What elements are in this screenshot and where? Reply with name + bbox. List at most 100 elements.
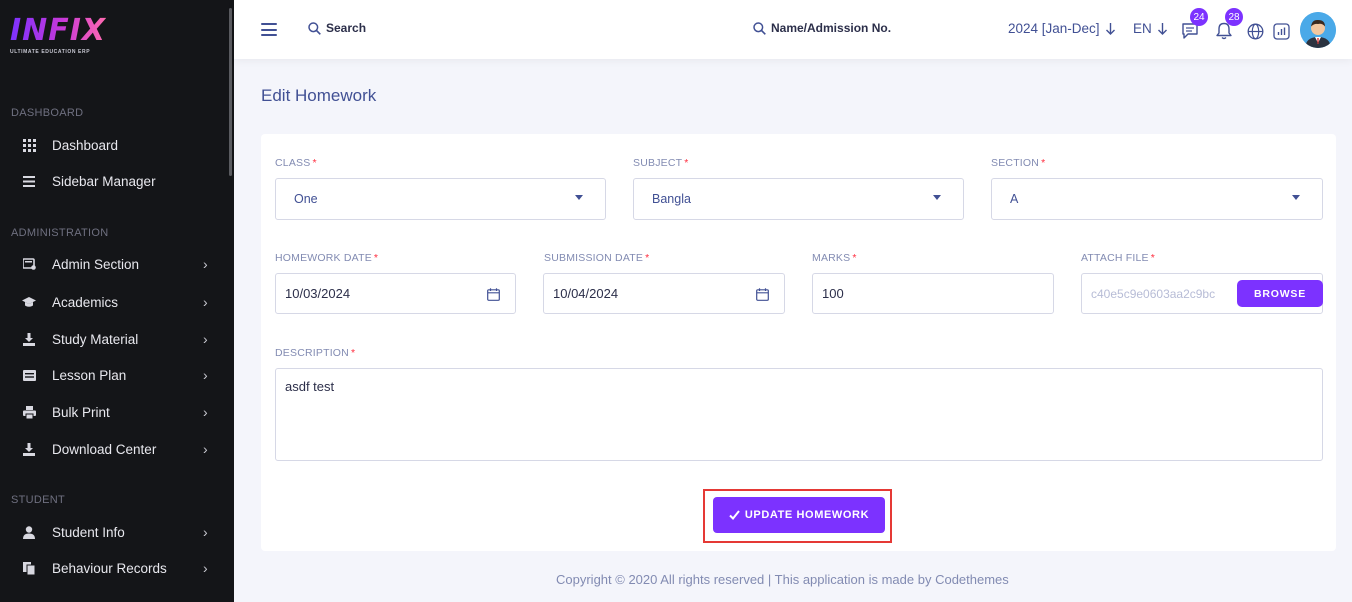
sidebar-item-academics[interactable]: Academics › [0, 288, 229, 316]
submission-date-label: SUBMISSION DATE * [544, 252, 649, 264]
name-admission-search[interactable]: Name/Admission No. [753, 21, 891, 35]
print-icon [22, 405, 36, 419]
attach-file-label-text: ATTACH FILE [1081, 252, 1149, 264]
logo-subtitle: ULTIMATE EDUCATION ERP [10, 49, 91, 55]
messages-count-badge: 24 [1190, 8, 1208, 26]
update-homework-button[interactable]: UPDATE HOMEWORK [713, 497, 885, 533]
submission-date-label-text: SUBMISSION DATE [544, 252, 644, 264]
subject-select[interactable]: Bangla [633, 178, 964, 220]
sidebar-item-download-center[interactable]: Download Center › [0, 435, 229, 463]
reports-button[interactable] [1273, 23, 1290, 45]
homework-date-input[interactable]: 10/03/2024 [275, 273, 516, 314]
browse-button[interactable]: BROWSE [1237, 280, 1323, 307]
section-select[interactable]: A [991, 178, 1323, 220]
sidebar-item-dashboard[interactable]: Dashboard [0, 131, 229, 159]
grid-icon [22, 138, 36, 152]
submission-date-input[interactable]: 10/04/2024 [543, 273, 785, 314]
calendar-icon[interactable] [756, 288, 769, 301]
records-icon [22, 561, 36, 575]
sidebar-item-label: Study Material [52, 331, 139, 347]
caret-down-icon [1292, 195, 1300, 200]
marks-input[interactable]: 100 [812, 273, 1054, 314]
attach-file-value: c40e5c9e0603aa2c9bc [1091, 286, 1216, 301]
download-icon [22, 442, 36, 456]
subject-label: SUBJECT * [633, 157, 689, 169]
search-icon [308, 21, 321, 35]
sidebar-item-label: Sidebar Manager [52, 173, 156, 189]
class-label-text: CLASS [275, 157, 311, 169]
section-label-dashboard: DASHBOARD [11, 107, 84, 119]
notifications-button[interactable]: 28 [1216, 8, 1243, 45]
description-textarea[interactable]: asdf test [275, 368, 1323, 461]
chevron-right-icon: › [203, 524, 208, 540]
class-select-value: One [294, 192, 318, 206]
submission-date-value: 10/04/2024 [553, 286, 619, 301]
required-mark: * [1041, 157, 1046, 169]
sidebar-item-sidebar-manager[interactable]: Sidebar Manager [0, 167, 229, 195]
class-label: CLASS * [275, 157, 317, 169]
chevron-right-icon: › [203, 294, 208, 310]
chevron-right-icon: › [203, 256, 208, 272]
section-label: SECTION * [991, 157, 1045, 169]
check-icon [729, 510, 740, 520]
marks-label-text: MARKS [812, 252, 851, 264]
chevron-right-icon: › [203, 441, 208, 457]
globe-icon [1247, 23, 1264, 40]
caret-down-icon [933, 195, 941, 200]
logo[interactable]: INFIX ULTIMATE EDUCATION ERP [10, 16, 106, 56]
attach-file-label: ATTACH FILE * [1081, 252, 1155, 264]
sidebar-item-label: Dashboard [52, 137, 119, 153]
chevron-right-icon: › [203, 404, 208, 420]
required-mark: * [373, 252, 379, 264]
user-icon [22, 525, 36, 539]
required-mark: * [350, 347, 356, 359]
section-label-text: SECTION [991, 157, 1040, 169]
description-label: DESCRIPTION * [275, 347, 355, 359]
user-avatar-icon [1300, 12, 1336, 48]
required-mark: * [645, 252, 650, 264]
update-homework-label: UPDATE HOMEWORK [744, 509, 870, 521]
language-select[interactable]: EN [1133, 21, 1167, 36]
sidebar-item-student-info[interactable]: Student Info › [0, 518, 229, 546]
required-mark: * [312, 157, 317, 169]
sidebar-item-label: Student Info [52, 524, 125, 540]
sidebar-item-bulk-print[interactable]: Bulk Print › [0, 398, 229, 426]
website-button[interactable] [1247, 23, 1264, 45]
caret-down-icon [575, 195, 583, 200]
sidebar-item-study-material[interactable]: Study Material › [0, 325, 229, 353]
marks-label: MARKS * [812, 252, 857, 264]
search-label: Search [326, 21, 367, 35]
sidebar-item-behaviour-records[interactable]: Behaviour Records › [0, 554, 229, 582]
sidebar-item-label: Download Center [52, 441, 157, 457]
calendar-icon[interactable] [487, 288, 500, 301]
download-icon [22, 332, 36, 346]
top-header: Search Name/Admission No. 2024 [Jan-Dec]… [234, 0, 1352, 59]
sidebar: INFIX ULTIMATE EDUCATION ERP DASHBOARD D… [0, 0, 234, 602]
class-select[interactable]: One [275, 178, 606, 220]
language-value: EN [1133, 21, 1152, 36]
marks-value: 100 [822, 286, 844, 301]
sidebar-item-lesson-plan[interactable]: Lesson Plan › [0, 361, 229, 389]
section-label-student: STUDENT [11, 494, 66, 506]
homework-date-value: 10/03/2024 [285, 286, 351, 301]
sidebar-item-label: Bulk Print [52, 404, 110, 420]
menu-toggle-icon[interactable] [261, 23, 277, 36]
footer-copyright: Copyright © 2020 All rights reserved | T… [556, 572, 1009, 587]
section-select-value: A [1010, 192, 1019, 206]
required-mark: * [684, 157, 689, 169]
description-label-text: DESCRIPTION [275, 347, 349, 359]
chevron-right-icon: › [203, 367, 208, 383]
chevron-right-icon: › [203, 560, 208, 576]
academic-year-select[interactable]: 2024 [Jan-Dec] [1008, 21, 1115, 36]
description-value: asdf test [285, 379, 335, 394]
avatar[interactable] [1300, 12, 1336, 48]
sidebar-item-admin-section[interactable]: Admin Section › [0, 250, 229, 278]
sidebar-scrollbar[interactable] [229, 8, 232, 176]
sidebar-item-label: Admin Section [52, 256, 140, 272]
search-box[interactable]: Search [308, 21, 366, 35]
subject-select-value: Bangla [652, 192, 691, 206]
page-title: Edit Homework [261, 86, 377, 105]
subject-label-text: SUBJECT [633, 157, 683, 169]
messages-button[interactable]: 24 [1181, 8, 1208, 45]
sidebar-item-label: Academics [52, 294, 119, 310]
